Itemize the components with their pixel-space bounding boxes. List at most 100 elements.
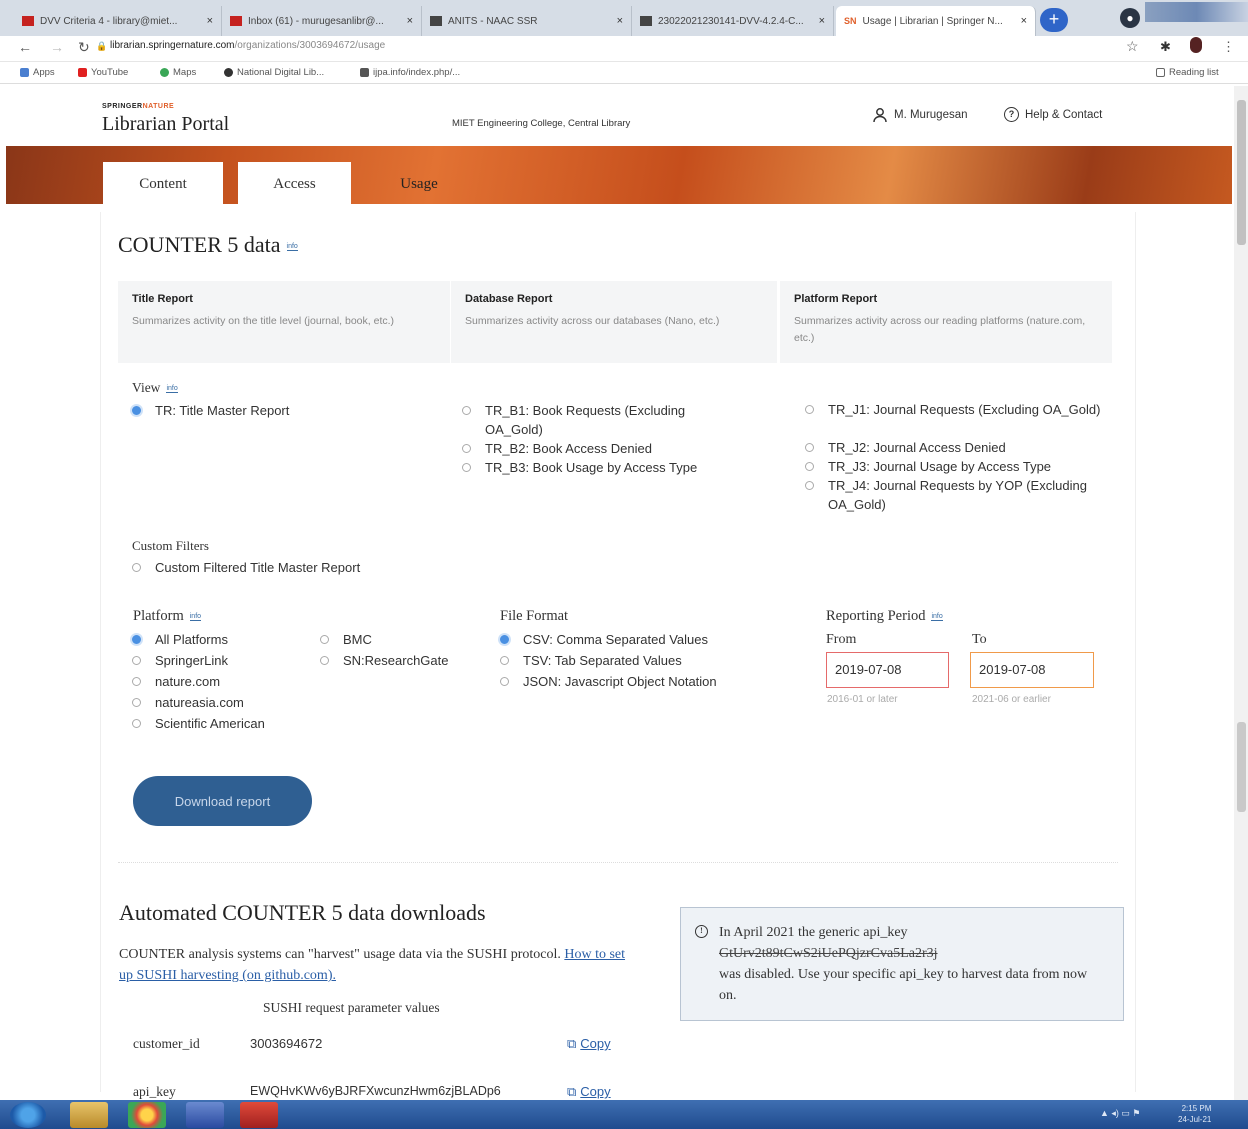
bookmark-maps[interactable]: Maps: [160, 67, 196, 78]
radio-tr-j1[interactable]: TR_J1: Journal Requests (Excluding OA_Go…: [805, 400, 1105, 419]
reading-list[interactable]: Reading list: [1156, 67, 1219, 78]
radio-springerlink[interactable]: SpringerLink: [132, 651, 228, 670]
help-contact-link[interactable]: ? Help & Contact: [1004, 107, 1102, 122]
reload-icon[interactable]: ↻: [78, 39, 90, 56]
report-card-title-label: Platform Report: [794, 293, 878, 305]
close-icon[interactable]: ×: [201, 15, 213, 27]
radio-all-platforms[interactable]: All Platforms: [132, 630, 228, 649]
info-link[interactable]: info: [189, 613, 202, 621]
chrome-icon[interactable]: [128, 1102, 166, 1128]
radio-tr-b1[interactable]: TR_B1: Book Requests (Excluding OA_Gold): [462, 401, 742, 439]
platform-label: Platform info: [133, 608, 202, 624]
radio-tr-master[interactable]: TR: Title Master Report: [132, 401, 289, 420]
info-link[interactable]: info: [286, 243, 298, 251]
notice-line-1: In April 2021 the generic api_key: [719, 925, 908, 940]
browser-tab-1[interactable]: DVV Criteria 4 - library@miet... ×: [14, 6, 222, 36]
forward-icon[interactable]: →: [50, 39, 64, 55]
radio-nature-com[interactable]: nature.com: [132, 672, 220, 691]
radio-icon: [320, 656, 329, 665]
radio-tr-j4[interactable]: TR_J4: Journal Requests by YOP (Excludin…: [805, 476, 1105, 514]
lock-icon: 🔒: [96, 41, 108, 51]
user-name: M. Murugesan: [894, 109, 968, 121]
info-link[interactable]: info: [931, 613, 943, 621]
url-field[interactable]: librarian.springernature.com/organizatio…: [110, 40, 385, 51]
radio-csv[interactable]: CSV: Comma Separated Values: [500, 630, 708, 649]
gmail-icon: [230, 16, 242, 26]
radio-tsv[interactable]: TSV: Tab Separated Values: [500, 651, 682, 670]
browser-tab-4[interactable]: 23022021230141-DVV-4.2.4-C... ×: [632, 6, 834, 36]
radio-selected-icon: [132, 406, 141, 415]
tab-usage[interactable]: Usage: [362, 162, 476, 206]
tab-access[interactable]: Access: [238, 162, 351, 206]
radio-tr-j3[interactable]: TR_J3: Journal Usage by Access Type: [805, 457, 1051, 476]
info-icon: !: [695, 925, 708, 938]
close-icon[interactable]: ×: [401, 15, 413, 27]
avatar[interactable]: [1190, 37, 1202, 53]
report-card-platform[interactable]: Platform Report Summarizes activity acro…: [780, 281, 1112, 363]
browser-tab-3[interactable]: ANITS - NAAC SSR ×: [422, 6, 632, 36]
tab-label: Usage | Librarian | Springer N...: [862, 15, 1003, 27]
radio-icon: [132, 698, 141, 707]
bookmark-apps[interactable]: Apps: [20, 67, 55, 78]
to-date-input[interactable]: 2019-07-08: [970, 652, 1094, 688]
new-tab-button[interactable]: +: [1040, 8, 1068, 32]
back-icon[interactable]: ←: [18, 39, 32, 55]
info-link[interactable]: info: [166, 385, 178, 393]
report-card-title[interactable]: Title Report Summarizes activity on the …: [118, 281, 450, 363]
radio-tr-j2[interactable]: TR_J2: Journal Access Denied: [805, 438, 1006, 457]
radio-bmc[interactable]: BMC: [320, 630, 372, 649]
radio-scientific-american[interactable]: Scientific American: [132, 714, 265, 733]
report-card-title-label: Database Report: [465, 293, 553, 305]
automated-heading: Automated COUNTER 5 data downloads: [119, 900, 486, 925]
explorer-icon[interactable]: [70, 1102, 108, 1128]
scrollbar-thumb[interactable]: [1237, 100, 1246, 245]
close-icon[interactable]: ×: [611, 15, 623, 27]
bookmark-ijpa[interactable]: ijpa.info/index.php/...: [360, 67, 460, 78]
star-icon[interactable]: ☆: [1126, 38, 1139, 55]
bookmark-youtube[interactable]: YouTube: [78, 67, 128, 78]
download-report-button[interactable]: Download report: [133, 776, 312, 826]
institution-name: MIET Engineering College, Central Librar…: [452, 118, 631, 129]
tab-label: ANITS - NAAC SSR: [448, 15, 538, 27]
taskbar-clock[interactable]: 2:15 PM 24-Jul-21: [1178, 1103, 1211, 1125]
report-card-title-label: Title Report: [132, 293, 193, 305]
browser-tab-2[interactable]: Inbox (61) - murugesanlibr@... ×: [222, 6, 422, 36]
radio-tr-b2[interactable]: TR_B2: Book Access Denied: [462, 439, 652, 458]
browser-tab-active[interactable]: SN Usage | Librarian | Springer N... ×: [836, 6, 1036, 36]
extensions-icon[interactable]: ✱: [1160, 39, 1171, 55]
radio-icon: [132, 719, 141, 728]
report-card-database[interactable]: Database Report Summarizes activity acro…: [451, 281, 777, 363]
close-icon[interactable]: ×: [1015, 15, 1027, 27]
section-divider: [118, 862, 1118, 863]
copy-customer-id-button[interactable]: ⧉ Copy: [567, 1036, 611, 1052]
copy-api-key-button[interactable]: ⧉ Copy: [567, 1084, 611, 1100]
radio-selected-icon: [500, 635, 509, 644]
radio-icon: [132, 656, 141, 665]
radio-icon: [462, 463, 471, 472]
start-button[interactable]: [10, 1102, 46, 1128]
menu-icon[interactable]: ⋮: [1222, 39, 1235, 55]
gmail-icon: [22, 16, 34, 26]
report-card-desc: Summarizes activity across our reading p…: [794, 315, 1086, 344]
close-icon[interactable]: ×: [813, 15, 825, 27]
user-menu[interactable]: M. Murugesan: [872, 107, 968, 123]
radio-custom-filter[interactable]: Custom Filtered Title Master Report: [132, 558, 360, 577]
radio-researchgate[interactable]: SN:ResearchGate: [320, 651, 449, 670]
word-icon[interactable]: [186, 1102, 224, 1128]
radio-natureasia-com[interactable]: natureasia.com: [132, 693, 244, 712]
acrobat-icon[interactable]: [240, 1102, 278, 1128]
radio-icon: [805, 443, 814, 452]
window-controls[interactable]: [1145, 2, 1248, 22]
tab-content[interactable]: Content: [103, 162, 223, 206]
page-icon: [430, 16, 442, 26]
radio-icon: [462, 406, 471, 415]
report-card-desc: Summarizes activity across our databases…: [465, 315, 720, 327]
bookmark-ndl[interactable]: National Digital Lib...: [224, 67, 324, 78]
from-date-input[interactable]: 2019-07-08: [826, 652, 949, 688]
radio-json[interactable]: JSON: Javascript Object Notation: [500, 672, 717, 691]
bookmarks-bar: Apps YouTube Maps National Digital Lib..…: [0, 62, 1248, 84]
profile-icon[interactable]: ●: [1120, 8, 1140, 28]
system-tray-icons[interactable]: ▲ ◂) ▭ ⚑: [1100, 1108, 1141, 1119]
scrollbar-thumb-secondary[interactable]: [1237, 722, 1246, 812]
radio-tr-b3[interactable]: TR_B3: Book Usage by Access Type: [462, 458, 697, 477]
